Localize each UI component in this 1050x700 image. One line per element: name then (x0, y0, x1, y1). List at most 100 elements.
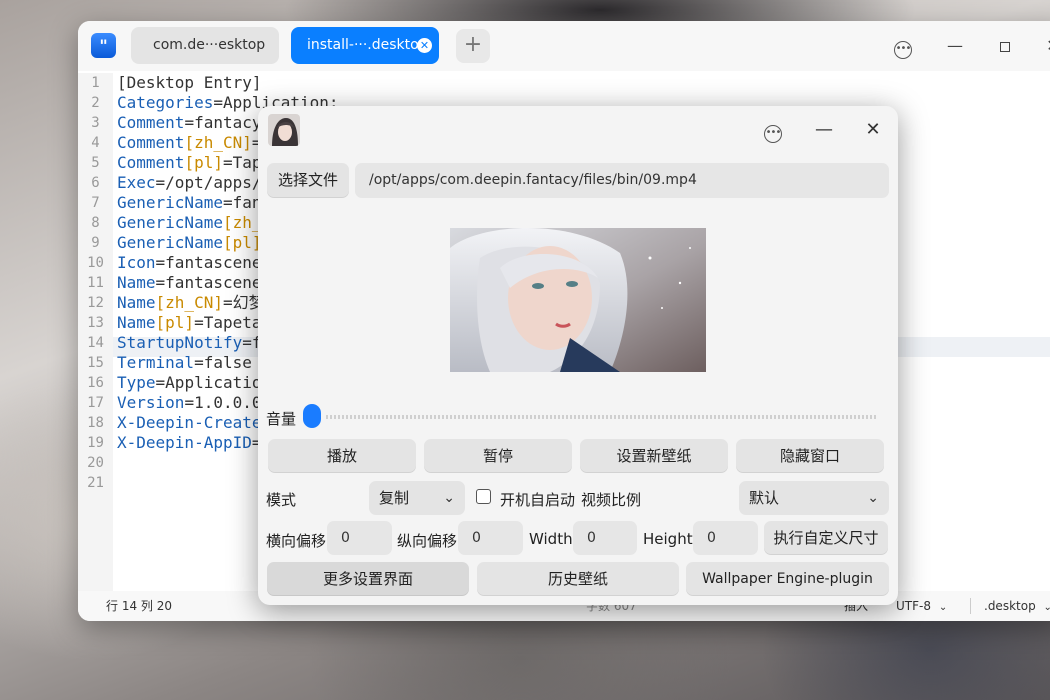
dialog-close-button[interactable]: ✕ (861, 118, 885, 142)
maximize-button[interactable] (994, 35, 1016, 57)
autostart-checkbox[interactable] (476, 489, 491, 504)
v-offset-label: 纵向偏移 (397, 532, 458, 550)
tab-label: com.de···esktop (153, 37, 266, 53)
line-number: 21 (87, 475, 104, 491)
width-input[interactable]: 0 (573, 521, 637, 555)
line-number: 11 (87, 275, 104, 291)
minimize-button[interactable]: — (944, 35, 966, 57)
code-equals: = (222, 293, 233, 312)
code-key: GenericName (117, 213, 223, 232)
code-equals: = (242, 333, 252, 352)
code-key: Exec (117, 173, 156, 192)
line-number: 15 (87, 355, 104, 371)
code-key: X-Deepin-Create (117, 413, 262, 432)
pause-button[interactable]: 暂停 (424, 439, 572, 473)
file-type-label: .desktop (984, 599, 1036, 613)
line-number: 6 (91, 175, 100, 191)
code-key: Terminal (117, 353, 195, 372)
code-key: Name (117, 313, 156, 332)
play-button[interactable]: 播放 (268, 439, 416, 473)
encoding-selector[interactable]: UTF-8 ⌄ (896, 591, 947, 621)
code-value: false (203, 353, 252, 372)
chevron-down-icon: ⌄ (1043, 602, 1050, 613)
code-equals: = (194, 353, 204, 372)
code-equals: = (155, 373, 166, 392)
history-wallpaper-button[interactable]: 历史壁纸 (477, 562, 679, 596)
line-number: 5 (91, 155, 100, 171)
h-offset-input[interactable]: 0 (327, 521, 392, 555)
code-equals: = (155, 253, 166, 272)
width-label: Width (529, 530, 573, 548)
code-key: GenericName (117, 233, 223, 252)
set-wallpaper-button[interactable]: 设置新壁纸 (580, 439, 728, 473)
dialog-minimize-button[interactable]: — (812, 118, 836, 142)
height-input[interactable]: 0 (693, 521, 758, 555)
code-key: Type (117, 373, 156, 392)
wallpaper-engine-plugin-button[interactable]: Wallpaper Engine-plugin (686, 562, 889, 596)
line-number: 7 (91, 195, 100, 211)
ratio-value: 默认 (749, 489, 780, 507)
line-number: 3 (91, 115, 100, 131)
code-locale: [pl] (222, 233, 262, 252)
ratio-select[interactable]: 默认 ⌄ (739, 481, 889, 515)
code-value: 1.0.0.0 (194, 393, 262, 412)
code-equals: = (222, 193, 233, 212)
line-number: 2 (91, 95, 100, 111)
code-locale: [pl] (184, 153, 223, 172)
code-locale: [zh_CN] (184, 133, 252, 152)
line-number: 8 (91, 215, 100, 231)
code-key: X-Deepin-AppID (117, 433, 252, 452)
dialog-menu-button[interactable]: ••• (761, 118, 785, 143)
text-editor-icon: " (91, 33, 116, 58)
volume-slider[interactable] (326, 415, 876, 419)
volume-slider-handle[interactable] (303, 404, 321, 428)
code-equals: = (213, 93, 223, 112)
tab-install-desktop[interactable]: install-···.deskto ✕ (291, 27, 439, 64)
minimize-icon: — (947, 36, 963, 55)
line-number: 9 (91, 235, 100, 251)
line-number: 17 (87, 395, 104, 411)
more-menu-button[interactable]: ••• (892, 35, 914, 59)
volume-label: 音量 (266, 410, 297, 428)
app-avatar-icon (268, 114, 300, 146)
code-key: Comment (117, 133, 185, 152)
code-equals: = (222, 153, 233, 172)
chevron-down-icon: ⌄ (938, 602, 948, 613)
maximize-icon (1000, 41, 1010, 52)
code-key: Version (117, 393, 185, 412)
line-number: 12 (87, 295, 104, 311)
more-menu-icon: ••• (894, 41, 912, 59)
close-icon: ✕ (865, 119, 881, 140)
hide-window-button[interactable]: 隐藏窗口 (736, 439, 884, 473)
code-key: Icon (117, 253, 156, 272)
minimize-icon: — (815, 119, 833, 140)
code-locale: [zh_ (222, 213, 262, 232)
file-path-field[interactable]: /opt/apps/com.deepin.fantacy/files/bin/0… (355, 163, 889, 198)
v-offset-input[interactable]: 0 (458, 521, 523, 555)
close-button[interactable]: ✕ (1042, 35, 1050, 57)
code-value: fantacy (194, 113, 262, 132)
line-number: 14 (87, 335, 104, 351)
tab-label: install-···.deskto (307, 37, 419, 53)
mode-select[interactable]: 复制 ⌄ (369, 481, 465, 515)
editor-titlebar: " com.de···esktop install-···.deskto ✕ +… (78, 21, 1050, 71)
more-settings-button[interactable]: 更多设置界面 (267, 562, 469, 596)
add-tab-button[interactable]: + (456, 29, 490, 63)
chevron-down-icon: ⌄ (443, 490, 455, 506)
code-key: Name (117, 273, 156, 292)
code-key: Name (117, 293, 156, 312)
encoding-label: UTF-8 (896, 599, 931, 613)
code-key: Comment (117, 113, 185, 132)
line-number: 20 (87, 455, 104, 471)
choose-file-button[interactable]: 选择文件 (267, 163, 349, 198)
wallpaper-dialog: ••• — ✕ 选择文件 /opt/apps/com.deepin.fantac… (258, 106, 898, 605)
line-number-gutter: 1 2 3 4 5 6 7 8 9 10 11 12 13 14 15 16 17 18 19 20 21 (78, 73, 113, 591)
apply-custom-size-button[interactable]: 执行自定义尺寸 (764, 521, 888, 555)
tab-com-desktop[interactable]: com.de···esktop (131, 27, 279, 64)
code-equals: = (155, 173, 166, 192)
tab-close-icon[interactable]: ✕ (417, 38, 432, 53)
code-text: [Desktop Entry] (117, 73, 262, 92)
line-number: 10 (87, 255, 104, 271)
file-type-selector[interactable]: .desktop ⌄ (984, 591, 1050, 621)
code-locale: [pl] (155, 313, 195, 332)
